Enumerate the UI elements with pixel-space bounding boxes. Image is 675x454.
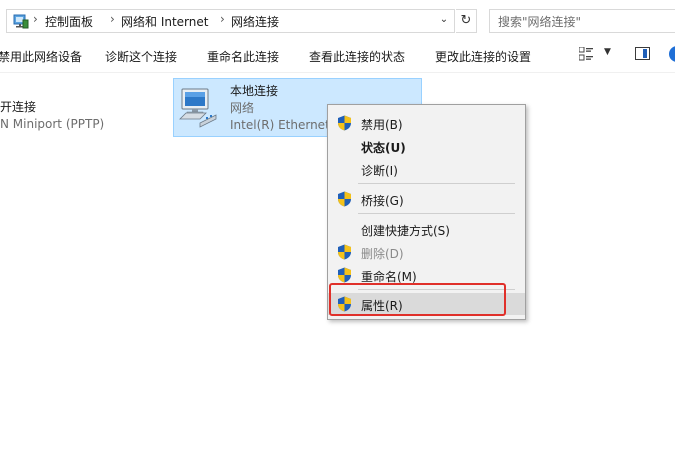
menu-label-status: 状态(U) — [361, 141, 406, 155]
search-input[interactable]: 搜索"网络连接" — [489, 9, 675, 33]
menu-separator — [358, 213, 515, 214]
menu-label-diagnose: 诊断(I) — [361, 164, 398, 178]
diagnose-connection-button[interactable]: 诊断这个连接 — [105, 48, 177, 65]
breadcrumb-network-internet[interactable]: 网络和 Internet — [121, 13, 208, 30]
address-bar-row: › 控制面板 › 网络和 Internet › 网络连接 ⌄ ↻ 搜索"网络连接… — [0, 0, 675, 40]
search-placeholder: 搜索"网络连接" — [498, 15, 582, 29]
view-dropdown-icon[interactable]: ▼ — [604, 47, 611, 57]
address-bar[interactable]: › 控制面板 › 网络和 Internet › 网络连接 ⌄ — [6, 9, 455, 33]
adapter-device: Intel(R) Ethernet — [230, 118, 330, 132]
chevron-down-icon[interactable]: ⌄ — [437, 12, 451, 28]
disable-device-button[interactable]: 禁用此网络设备 — [0, 48, 82, 65]
control-panel-icon — [13, 14, 29, 29]
uac-shield-icon — [338, 267, 351, 283]
view-status-button[interactable]: 查看此连接的状态 — [309, 48, 405, 65]
uac-shield-icon — [338, 115, 351, 131]
rename-connection-button[interactable]: 重命名此连接 — [207, 48, 279, 65]
view-options-icon[interactable] — [579, 47, 593, 61]
refresh-button[interactable]: ↻ — [456, 9, 477, 33]
change-settings-button[interactable]: 更改此连接的设置 — [435, 48, 531, 65]
menu-item-status[interactable]: 状态(U) — [328, 135, 525, 157]
menu-item-create-shortcut[interactable]: 创建快捷方式(S) — [328, 218, 525, 240]
menu-item-delete: 删除(D) — [328, 241, 525, 263]
refresh-icon: ↻ — [460, 13, 472, 28]
chevron-right-icon: › — [220, 12, 225, 26]
uac-shield-icon — [338, 244, 351, 260]
menu-label-shortcut: 创建快捷方式(S) — [361, 224, 450, 238]
breadcrumb-network-connections[interactable]: 网络连接 — [231, 13, 279, 30]
menu-item-disable[interactable]: 禁用(B) — [328, 112, 525, 134]
connection-item-label: 开连接 — [0, 100, 37, 114]
menu-item-bridge[interactable]: 桥接(G) — [328, 188, 525, 210]
menu-item-diagnose[interactable]: 诊断(I) — [328, 158, 525, 180]
network-adapter-icon — [179, 88, 217, 128]
menu-separator — [358, 183, 515, 184]
menu-label-disable: 禁用(B) — [361, 118, 403, 132]
properties-highlight-box — [329, 283, 506, 316]
uac-shield-icon — [338, 191, 351, 207]
preview-pane-icon[interactable] — [635, 47, 650, 60]
breadcrumb-control-panel[interactable]: 控制面板 — [45, 13, 93, 30]
chevron-right-icon: › — [33, 12, 38, 26]
chevron-right-icon: › — [110, 12, 115, 26]
menu-label-bridge: 桥接(G) — [361, 194, 404, 208]
adapter-name: 本地连接 — [230, 84, 279, 98]
command-bar: 禁用此网络设备 诊断这个连接 重命名此连接 查看此连接的状态 更改此连接的设置 — [0, 40, 675, 73]
connection-item-device: N Miniport (PPTP) — [0, 117, 105, 131]
adapter-network: 网络 — [230, 101, 255, 115]
menu-label-delete: 删除(D) — [361, 247, 404, 261]
